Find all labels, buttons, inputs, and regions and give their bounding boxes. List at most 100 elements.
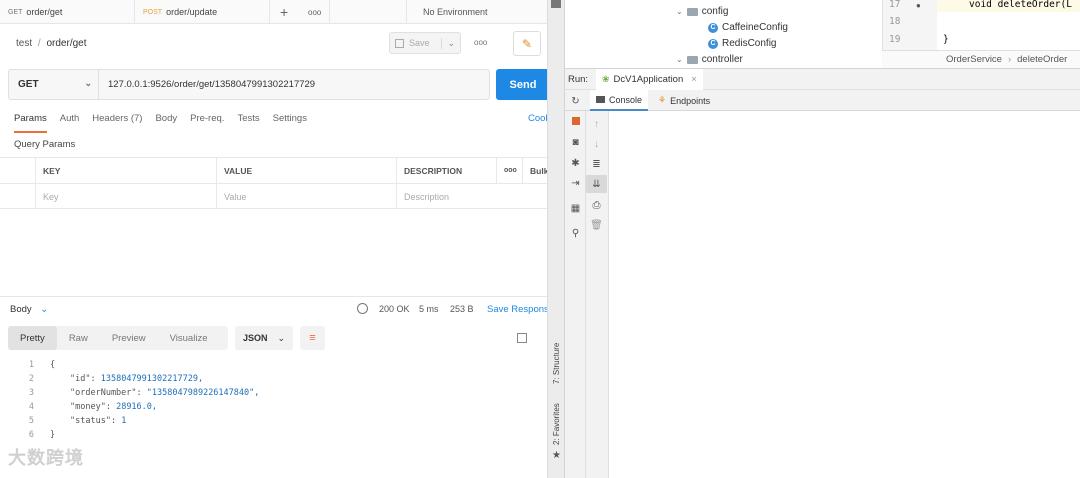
tree-item-redis-config[interactable]: C RedisConfig [708,38,776,49]
line-number: 6 [28,430,34,440]
breadcrumb-request: order/get [46,38,87,49]
save-icon [394,38,404,48]
editor-code-line[interactable]: void deleteOrder(L [969,0,1072,13]
response-body-label: Body [10,304,32,315]
folder-icon [686,55,698,64]
soft-wrap-icon[interactable]: ≣ [586,155,607,173]
tab-body[interactable]: Body [155,113,177,133]
rerun-icon[interactable]: ↻ [565,92,586,110]
editor-breadcrumb: OrderService › deleteOrder [882,50,1080,68]
star-icon: ★ [552,450,561,461]
layout-icon[interactable]: ▦ [565,199,586,217]
run-tool-header: Run: ❀ DcV1Application × [565,68,1080,90]
tab-headers[interactable]: Headers (7) [92,113,142,133]
params-empty-row: Key Value Description [0,183,547,209]
class-icon: C [708,22,718,33]
save-response-button[interactable]: Save Response [487,304,547,315]
param-description-input[interactable]: Description [396,184,547,209]
cookies-link[interactable]: Cookies [528,113,547,124]
editor-code-line[interactable]: } [943,31,949,48]
tab-visualize[interactable]: Visualize [158,326,220,350]
tab-label: order/get [26,7,63,17]
param-key-input[interactable]: Key [35,184,216,209]
debug-icon[interactable]: ✱ [565,154,586,172]
arrow-down-icon[interactable]: ↓ [586,135,607,153]
pin-icon[interactable]: ⚲ [565,224,586,242]
edit-button[interactable]: ✎ [513,31,541,56]
column-more-button[interactable]: ooo [496,158,522,183]
pencil-icon: ✎ [521,36,533,51]
url-input[interactable]: 127.0.0.1:9526/order/get/135804799130221… [108,79,315,90]
tab-settings[interactable]: Settings [273,113,307,133]
response-body: 1{ 2 "id": 1358047991302217729, 3 "orderNu… [0,358,547,442]
save-button[interactable]: Save ⌄ [389,32,461,54]
new-tab-button[interactable]: + [270,0,300,24]
tab-params[interactable]: Params [14,113,47,133]
tab-pre-request[interactable]: Pre-req. [190,113,224,133]
code-text: { [50,360,56,370]
method-label: GET [18,79,39,90]
bulk-edit-button[interactable]: Bulk Edit [522,158,547,183]
folder-icon [686,7,698,16]
globe-icon[interactable] [357,303,368,314]
run-config-tab[interactable]: ❀ DcV1Application × [596,69,703,90]
environment-selector[interactable]: No Environment [406,0,547,24]
tab-auth[interactable]: Auth [60,113,80,133]
watermark: 大数跨境 [8,448,84,468]
tab-endpoints[interactable]: ⚘ Endpoints [652,90,716,111]
left-tool-strip: 7: Structure 2: Favorites ★ [548,0,565,478]
trash-icon[interactable]: 🗑 [586,216,607,234]
tab-label: Console [609,94,643,105]
copy-icon[interactable] [517,333,527,343]
wrap-lines-button[interactable]: ≡ [300,326,325,350]
chevron-down-icon: ⌄ [441,37,455,49]
exit-icon[interactable]: ⇥ [565,174,586,192]
tab-pretty[interactable]: Pretty [8,326,57,350]
tab-console[interactable]: Console [590,90,649,111]
tab-raw[interactable]: Raw [57,326,100,350]
ide-pane: 7: Structure 2: Favorites ★ ⌄ config C C… [548,0,1080,478]
tree-item-label: CaffeineConfig [722,22,788,33]
response-time: 5 ms [419,304,439,314]
code-line: 4 "money": 28916.0, [0,400,547,414]
camera-icon[interactable]: ◙ [565,133,586,151]
tab-preview[interactable]: Preview [100,326,158,350]
tree-folder-controller[interactable]: ⌄ controller [676,54,743,65]
tab-tests[interactable]: Tests [237,113,259,133]
method-select[interactable]: GET ⌄ [9,70,99,99]
run-subtabs: Console ⚘ Endpoints [565,90,1080,111]
line-number: 5 [28,416,34,426]
tab-order-update[interactable]: POST order/update [135,0,270,24]
more-icon: ooo [474,38,488,47]
run-label: Run: [568,74,589,85]
breadcrumb-class[interactable]: OrderService [946,54,1002,65]
structure-tool-label[interactable]: 7: Structure [552,343,561,384]
stop-icon[interactable] [565,112,586,130]
breadcrumb-collection[interactable]: test [16,38,32,49]
response-size: 253 B [450,304,474,314]
format-select[interactable]: JSON ⌄ [235,326,293,350]
json-key: "money" [70,402,106,412]
more-actions-button[interactable]: ooo [474,38,487,47]
send-button[interactable]: Send [496,69,547,100]
project-icon[interactable] [551,0,561,8]
scroll-to-end-icon[interactable]: ⇊ [586,175,607,193]
favorites-tool-label[interactable]: 2: Favorites [552,403,561,445]
arrow-up-icon[interactable]: ↑ [586,115,607,133]
tree-item-caffeine-config[interactable]: C CaffeineConfig [708,22,788,33]
more-tabs-button[interactable]: ooo [300,0,330,24]
tab-order-get[interactable]: GET order/get [0,0,135,24]
implementation-gutter-icon[interactable]: ● [916,1,921,10]
tab-method: POST [143,8,163,16]
editor-line-number: 18 [889,16,901,27]
tree-folder-config[interactable]: ⌄ config [676,6,728,17]
wrap-icon: ≡ [309,332,316,344]
json-value: 1358047991302217729, [100,374,204,384]
console-output[interactable] [610,111,1080,478]
param-value-input[interactable]: Value [216,184,396,209]
response-body-selector[interactable]: Body ⌄ [10,304,48,315]
print-icon[interactable]: ⎙ [586,196,607,214]
breadcrumb-method[interactable]: deleteOrder [1017,54,1067,65]
run-toolbar-primary: ↻ ◙ ✱ ⇥ ▦ ⚲ [565,96,586,478]
close-icon[interactable]: × [691,74,697,85]
